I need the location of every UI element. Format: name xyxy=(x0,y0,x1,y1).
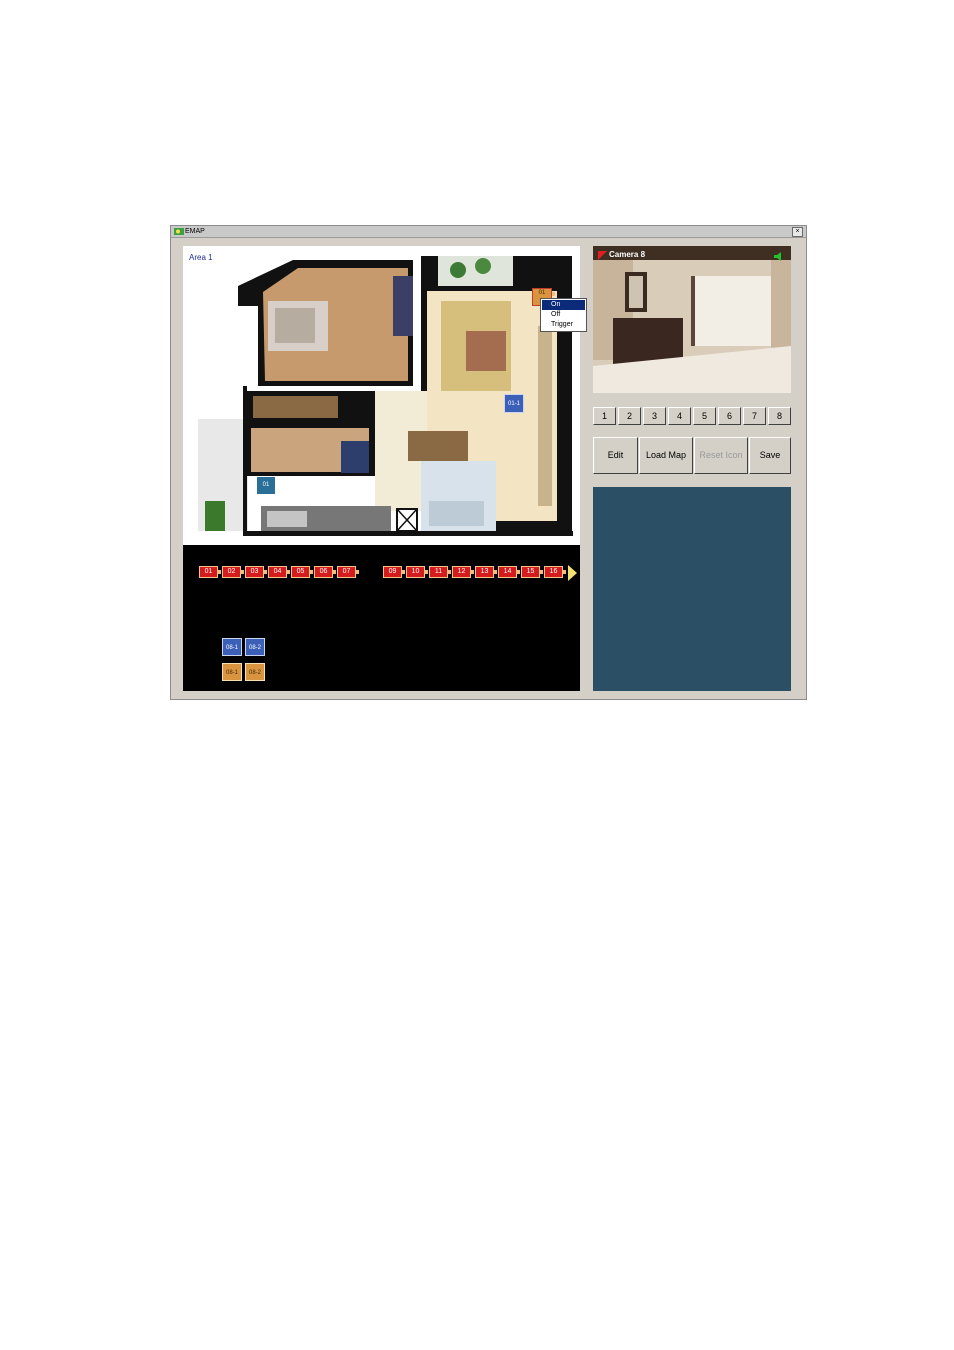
camera-button-8[interactable]: 8 xyxy=(768,407,791,425)
tray-camera-icon[interactable]: 13 xyxy=(475,566,497,578)
camera-button-7[interactable]: 7 xyxy=(743,407,766,425)
tray-camera-icon[interactable]: 02 xyxy=(222,566,244,578)
map-camera-icon[interactable]: 01 xyxy=(256,476,276,495)
camera-label: Camera 8 xyxy=(609,250,646,259)
save-button[interactable]: Save xyxy=(749,437,791,474)
audio-speaker-icon[interactable] xyxy=(773,251,784,262)
tray-camera-icon[interactable]: 15 xyxy=(521,566,543,578)
camera-button-2[interactable]: 2 xyxy=(618,407,641,425)
camera-button-1[interactable]: 1 xyxy=(593,407,616,425)
tray-camera-icon[interactable]: 01 xyxy=(199,566,221,578)
record-flag-icon xyxy=(598,251,607,260)
menu-item-on[interactable]: On xyxy=(542,300,585,310)
map-sensor-icon[interactable]: 01-1 xyxy=(504,394,524,413)
camera-select-buttons: 1 2 3 4 5 6 7 8 xyxy=(593,407,791,425)
tray-relay-icon[interactable]: 08-1 xyxy=(222,663,242,681)
tray-relay-icon[interactable]: 08-2 xyxy=(245,663,265,681)
close-button[interactable]: × xyxy=(792,227,803,237)
floor-plan-map[interactable]: Area 1 01 01-1 01 xyxy=(183,246,580,545)
tray-camera-icon[interactable]: 03 xyxy=(245,566,267,578)
camera-button-4[interactable]: 4 xyxy=(668,407,691,425)
tray-camera-icon[interactable]: 10 xyxy=(406,566,428,578)
menu-item-trigger[interactable]: Trigger xyxy=(542,320,585,330)
reset-icon-button[interactable]: Reset Icon xyxy=(694,437,748,474)
tray-camera-icon[interactable]: 04 xyxy=(268,566,290,578)
tray-sensor-icon[interactable]: 08-1 xyxy=(222,638,242,656)
icon-tray: 01 02 03 04 05 06 07 09 10 11 12 13 14 1… xyxy=(183,545,580,691)
tray-camera-icon[interactable]: 12 xyxy=(452,566,474,578)
tray-sensor-icon[interactable]: 08-2 xyxy=(245,638,265,656)
tray-camera-icon[interactable]: 07 xyxy=(337,566,359,578)
emap-app-icon xyxy=(174,228,184,235)
tray-camera-icon[interactable]: 14 xyxy=(498,566,520,578)
menu-item-off[interactable]: Off xyxy=(542,310,585,320)
tray-camera-icon[interactable]: 16 xyxy=(544,566,566,578)
emap-window: EMAP × Area 1 01 01-1 01 On Off Trigger … xyxy=(170,225,807,700)
camera-button-3[interactable]: 3 xyxy=(643,407,666,425)
camera-image xyxy=(593,246,791,393)
camera-button-6[interactable]: 6 xyxy=(718,407,741,425)
info-panel xyxy=(593,487,791,691)
tray-camera-icon[interactable]: 06 xyxy=(314,566,336,578)
tray-camera-icon[interactable]: 11 xyxy=(429,566,451,578)
area-label: Area 1 xyxy=(189,253,213,262)
camera-live-view[interactable]: Camera 8 xyxy=(593,246,791,393)
tray-camera-icon[interactable]: 09 xyxy=(383,566,405,578)
title-bar[interactable]: EMAP × xyxy=(171,226,806,238)
tray-next-arrow-icon[interactable] xyxy=(568,565,577,581)
window-title: EMAP xyxy=(185,228,205,235)
relay-context-menu: On Off Trigger xyxy=(540,298,587,332)
edit-button[interactable]: Edit xyxy=(593,437,638,474)
tray-camera-icon[interactable]: 05 xyxy=(291,566,313,578)
camera-button-5[interactable]: 5 xyxy=(693,407,716,425)
load-map-button[interactable]: Load Map xyxy=(639,437,693,474)
